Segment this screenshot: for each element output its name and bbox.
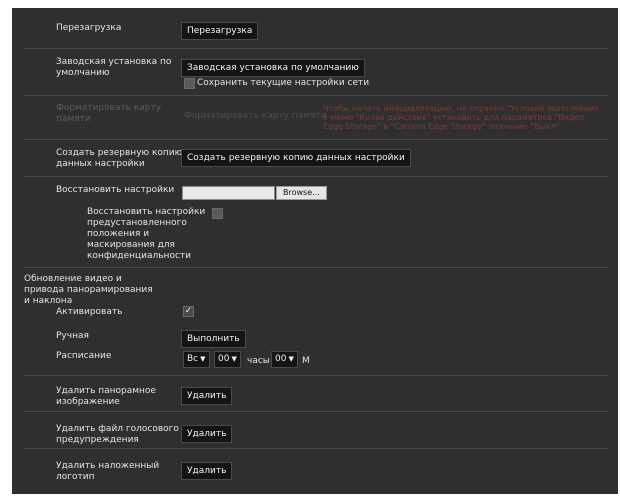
factory-default-label: Заводская установка по умолчанию [56, 57, 172, 78]
activate-label: Активировать [56, 307, 123, 317]
delete-voice-button[interactable]: Удалить [181, 425, 233, 443]
schedule-label: Расписание [56, 351, 112, 361]
delete-logo-label: Удалить наложенный логотип [56, 461, 160, 482]
divider [24, 95, 608, 96]
dropdown-arrow-icon: ▼ [231, 355, 237, 363]
dropdown-arrow-icon: ▼ [200, 355, 206, 363]
execute-button[interactable]: Выполнить [181, 330, 246, 348]
reboot-label: Перезагрузка [56, 23, 122, 33]
restore-preset-checkbox[interactable] [212, 208, 223, 219]
activate-checkbox[interactable]: ✓ [183, 306, 194, 317]
keep-network-label: Сохранить текущие настройки сети [197, 78, 370, 88]
format-card-button[interactable]: Форматировать карту памяти [183, 107, 328, 125]
minutes-unit-label: М [302, 356, 310, 366]
restore-file-input[interactable] [182, 186, 275, 200]
format-card-label: Форматировать карту памяти [56, 103, 162, 124]
divider [24, 176, 608, 177]
day-select[interactable]: Вс ▼ [183, 351, 210, 368]
delete-logo-button[interactable]: Удалить [181, 462, 233, 480]
divider [24, 267, 608, 268]
minute-select[interactable]: 00 ▼ [271, 351, 298, 368]
delete-panorama-button[interactable]: Удалить [181, 387, 233, 405]
divider [24, 375, 608, 376]
restore-preset-label: Восстановить настройки предустановленног… [87, 207, 206, 261]
backup-button[interactable]: Создать резервную копию данных настройки [181, 149, 411, 167]
manual-label: Ручная [56, 331, 89, 341]
divider [24, 48, 608, 49]
dropdown-arrow-icon: ▼ [288, 355, 294, 363]
delete-voice-label: Удалить файл голосового предупреждения [56, 424, 179, 445]
restore-label: Восстановить настройки [56, 185, 175, 195]
backup-label: Создать резервную копию данных настройки [56, 148, 183, 169]
delete-panorama-label: Удалить панорамное изображение [56, 386, 156, 407]
divider [24, 139, 608, 140]
video-update-heading: Обновление видео и привода панорамирован… [24, 274, 153, 306]
browse-button[interactable]: Browse... [276, 186, 327, 200]
keep-network-checkbox[interactable] [184, 78, 195, 89]
reboot-button[interactable]: Перезагрузка [181, 22, 259, 40]
divider [24, 411, 608, 412]
format-card-warning: Чтобы начать инициализацию, не охранно "… [323, 104, 599, 131]
hours-unit-label: часы [247, 356, 270, 366]
settings-panel: Перезагрузка Перезагрузка Заводская уста… [12, 8, 618, 494]
hour-select[interactable]: 00 ▼ [214, 351, 241, 368]
factory-default-button[interactable]: Заводская установка по умолчанию [181, 59, 365, 77]
divider [24, 448, 608, 449]
